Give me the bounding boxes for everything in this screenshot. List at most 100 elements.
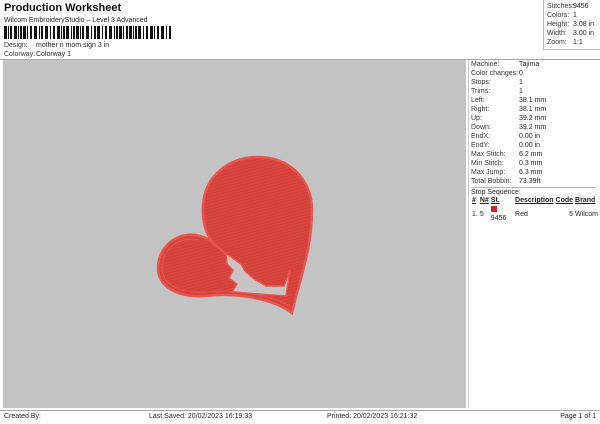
barcode-bar xyxy=(123,26,124,39)
barcode-bar xyxy=(86,26,89,39)
design-row: Design: mother n mom sign 3 in xyxy=(4,41,109,50)
barcode-bar xyxy=(30,26,32,39)
heart-embroidery-design xyxy=(156,155,314,316)
table-row: 1. 5 9456 Red 5 Wilcom xyxy=(471,205,599,223)
info-row: Height: 3.08 in xyxy=(547,20,597,29)
barcode-bar xyxy=(97,26,100,39)
info-value: 39.2 mm xyxy=(519,115,547,122)
info-label: Max Jump: xyxy=(471,169,506,176)
info-value: Tajima xyxy=(519,61,540,68)
info-value: 0.00 in xyxy=(519,142,541,149)
info-value: 3.00 in xyxy=(573,30,595,37)
column-header: Brand xyxy=(575,197,596,204)
barcode-bar xyxy=(154,26,155,39)
info-value: 6.3 mm xyxy=(519,169,543,176)
last-saved: Last Saved: 20/02/2023 16:19:33 xyxy=(149,413,253,420)
barcode-bar xyxy=(41,26,43,39)
info-label: Right: xyxy=(471,106,490,113)
info-value: 38.1 mm xyxy=(519,97,547,104)
barcode-bar xyxy=(138,26,141,39)
barcode-bar xyxy=(8,26,9,39)
info-value: 0.00 in xyxy=(519,133,541,140)
row-num: 1. xyxy=(472,210,478,218)
info-label: EndY: xyxy=(471,142,490,149)
code: 5 xyxy=(569,210,574,218)
created-by: Created By: xyxy=(4,413,41,420)
column-header: Code xyxy=(555,197,574,204)
info-label: Left: xyxy=(471,97,485,104)
barcode-bar xyxy=(76,26,79,39)
barcode-bar xyxy=(133,26,134,39)
barcode-bar xyxy=(50,26,51,39)
info-label: Trims: xyxy=(471,88,491,95)
design-label: Design: xyxy=(4,42,28,49)
barcode-bar xyxy=(4,26,7,39)
info-row: Stops: 1 xyxy=(471,78,596,87)
info-label: Max Stitch: xyxy=(471,151,506,158)
details-list: Machine: Tajima Color changes: 0 Stops: 1 Trim… xyxy=(471,60,596,186)
info-row: Up: 39.2 mm xyxy=(471,114,596,123)
stitches: 9456 xyxy=(490,215,507,222)
barcode-bar xyxy=(102,26,103,39)
info-value: 73.39ft xyxy=(519,178,541,185)
description: Red xyxy=(515,210,528,218)
info-value: 3.08 in xyxy=(573,21,595,28)
design-value: mother n mom sign 3 in xyxy=(36,42,110,49)
info-label: Machine: xyxy=(471,61,500,68)
barcode-bar xyxy=(53,26,55,39)
barcode-bar xyxy=(119,26,122,39)
barcode-bar xyxy=(129,26,132,39)
barcode-bar xyxy=(18,26,19,39)
barcode-bar xyxy=(73,26,75,39)
barcode-bar xyxy=(61,26,62,39)
barcode-bar xyxy=(166,26,167,39)
info-label: Color changes: xyxy=(471,70,519,77)
info-label: Width: xyxy=(547,30,567,37)
barcode-bar xyxy=(66,26,69,39)
info-label: Down: xyxy=(471,124,491,131)
info-value: 1 xyxy=(519,79,523,86)
info-value: 1 xyxy=(519,88,523,95)
info-label: Colors: xyxy=(547,12,570,19)
printed-date: Printed: 20/02/2023 16:21:32 xyxy=(327,413,418,420)
barcode-bar xyxy=(39,26,40,39)
needle: 5 xyxy=(479,210,484,218)
info-value: 0.3 mm xyxy=(519,160,543,167)
info-row: EndX: 0.00 in xyxy=(471,132,596,141)
barcode-bar xyxy=(23,26,26,39)
barcode-bar xyxy=(135,26,137,39)
barcode-bar xyxy=(116,26,118,39)
info-label: Up: xyxy=(471,115,482,122)
barcode-bar xyxy=(169,26,171,39)
info-label: Stops: xyxy=(471,79,491,86)
info-row: Max Stitch: 6.2 mm xyxy=(471,150,596,159)
column-header: N# xyxy=(479,197,489,204)
info-label: Stitches: xyxy=(547,3,574,10)
info-row: Color changes: 0 xyxy=(471,69,596,78)
info-value: 38.1 mm xyxy=(519,106,547,113)
barcode-bar xyxy=(63,26,65,39)
software-name: Wilcom EmbroideryStudio – Level 3 Advanc… xyxy=(4,17,148,24)
barcode-bar xyxy=(109,26,112,39)
barcode-bar xyxy=(57,26,60,39)
barcode-bar xyxy=(157,26,159,39)
info-row: Zoom: 1:1 xyxy=(547,38,597,47)
barcode-bar xyxy=(105,26,107,39)
info-value: 9456 xyxy=(573,3,589,10)
barcode-bar xyxy=(20,26,22,39)
barcode-bar xyxy=(45,26,48,39)
barcode-bar xyxy=(146,26,148,39)
table-header: # N# St. Description Code Brand xyxy=(471,196,599,205)
page-number: Page 1 of 1 xyxy=(560,413,596,420)
barcode-bar xyxy=(82,26,84,39)
barcode-bar xyxy=(80,26,81,39)
footer: Created By: Last Saved: 20/02/2023 16:19… xyxy=(0,410,600,423)
colorway-label: Colorway: xyxy=(4,51,36,58)
colorway-row: Colorway: Colorway 1 xyxy=(4,50,71,59)
barcode-bar xyxy=(150,26,153,39)
design-preview xyxy=(3,60,466,408)
info-label: Zoom: xyxy=(547,39,567,46)
stitches-cell: 9456 xyxy=(490,205,514,223)
barcode-bar xyxy=(114,26,115,39)
page-title: Production Worksheet xyxy=(4,2,122,14)
